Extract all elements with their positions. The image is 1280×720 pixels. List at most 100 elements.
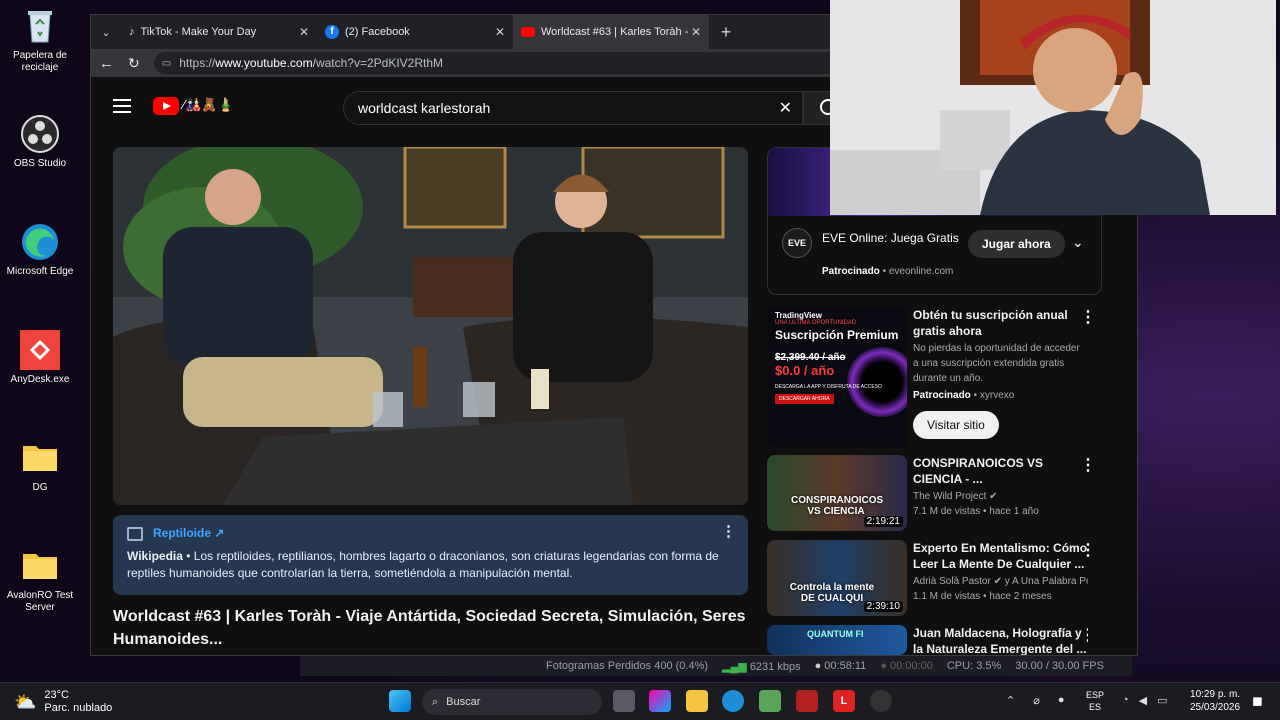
new-price: $0.0 / año [775,363,835,378]
tab-tiktok[interactable]: ♪ TikTok - Make Your Day ✕ [121,15,317,49]
tab-facebook[interactable]: f (2) Facebook ✕ [317,15,513,49]
close-icon[interactable]: ✕ [495,25,505,39]
close-icon[interactable]: ✕ [691,25,701,39]
battery-icon[interactable]: ▭ [1157,694,1167,707]
search-input[interactable]: worldcast karlestorah ✕ [343,91,803,125]
file-explorer-icon[interactable] [686,690,708,712]
video-title: Experto En Mentalismo: Cómo Leer La Ment… [913,541,1088,571]
ad-title: EVE Online: Juega Gratis [822,231,959,245]
channel-name[interactable]: Adrià Solà Pastor [913,576,991,587]
clear-search-icon[interactable]: ✕ [779,98,792,118]
record-time: ● 00:00:00 [880,660,933,672]
weather-condition: Parc. nublado [44,702,113,714]
youtube-icon [521,27,535,37]
desktop-icon-label: AnyDesk.exe [10,374,70,385]
close-icon[interactable]: ✕ [299,25,309,39]
record-dot-icon: ● [814,660,822,672]
ad-meta: Obtén tu suscripción anual gratis ahora … [913,307,1096,447]
menu-icon[interactable] [113,99,131,113]
chevron-down-icon[interactable]: ⌄ [1072,234,1084,251]
anydesk-icon [20,330,60,370]
weather-widget[interactable]: ⛅ 23°C Parc. nublado [14,689,112,715]
video-card[interactable]: Controla la mente DE CUALQUI 2:39:10 Exp… [767,540,1096,616]
desktop-icon-dg-folder[interactable]: DG [4,438,76,494]
volume-icon[interactable]: ◀ [1139,694,1147,707]
shield-icon[interactable] [796,690,818,712]
reload-icon[interactable]: ↻ [128,55,140,72]
tab-youtube[interactable]: Worldcast #63 | Karles Toràh - Viaj ✕ [513,15,709,49]
taskbar-search[interactable]: ⌕ Buscar [422,689,602,715]
video-title: CONSPIRANOICOS VS CIENCIA - ... [913,456,1044,486]
new-tab-plus-icon[interactable]: + [709,22,743,43]
obs-status-bar: Fotogramas Perdidos 400 (0.4%) ▂▄▆ 6231 … [300,656,1132,676]
obs-icon [20,114,60,154]
ad-thumb-tag: UNA ÚLTIMA OPORTUNIDAD [775,320,857,326]
youtube-doodle-icon: ⁄🎎🧸🎍 [183,97,234,112]
video-title: Worldcast #63 | Karles Toràh - Viaje Ant… [113,608,746,648]
tradingview-ad[interactable]: TradingView UNA ÚLTIMA OPORTUNIDAD Suscr… [767,307,1096,447]
tab-list-chevron-icon[interactable]: ⌄ [91,26,121,39]
video-meta: CONSPIRANOICOS VS CIENCIA - ... The Wild… [913,455,1096,531]
signal-icon: ▂▄▆ [722,660,747,673]
edge-icon[interactable] [722,690,744,712]
fps-readout: 30.00 / 30.00 FPS [1015,660,1104,672]
video-meta: Juan Maldacena, Holografía y la Naturale… [913,625,1088,655]
more-options-icon[interactable]: ⋮ [1080,307,1096,327]
store-icon[interactable] [759,690,781,712]
task-view-icon[interactable] [613,690,635,712]
windows-start-icon[interactable] [389,690,411,712]
notifications-icon[interactable]: ◼ [1252,693,1263,709]
desktop-icon-label: DG [32,482,48,493]
more-options-icon[interactable]: ⋮ [1080,540,1096,560]
video-player[interactable] [113,147,748,505]
eve-logo: EVE [782,228,812,258]
tiktok-icon: ♪ [129,26,135,38]
tradingview-logo: TradingView [775,311,822,320]
wikipedia-info-card: Reptiloide ↗ ⋮ Wikipedia • Los reptiloid… [113,515,748,595]
more-options-icon[interactable]: ⋮ [1080,455,1096,475]
video-title: Juan Maldacena, Holografía y la Naturale… [913,626,1087,655]
clock-time: 10:29 p. m. [1190,689,1241,700]
old-price: $2,399.40 / año [775,352,846,363]
more-options-icon[interactable]: ⋮ [1080,625,1088,645]
jugar-ahora-button[interactable]: Jugar ahora [968,230,1065,258]
network-off-icon[interactable]: ⌀ [1033,694,1040,707]
ad-thumb-title: Suscripción Premium [775,328,899,342]
wifi-icon[interactable]: ◔ [1122,694,1129,707]
info-card-text: Wikipedia • Los reptiloides, reptilianos… [127,549,719,580]
thumbnail-text: QUANTUM FI [807,629,864,639]
desktop-icon-obs[interactable]: OBS Studio [4,114,76,170]
desktop-icon-avalonro-folder[interactable]: AvalonRO Test Server [4,546,76,614]
desktop-icon-anydesk[interactable]: AnyDesk.exe [4,330,76,386]
system-tray: ◔ ◀ ▭ [1122,694,1168,707]
clock-date: 25/03/2026 [1190,702,1241,713]
video-meta: Experto En Mentalismo: Cómo Leer La Ment… [913,541,1096,602]
ad-title: Obtén tu suscripción anual gratis ahora [913,308,1068,338]
back-arrow-icon[interactable]: ← [99,55,114,72]
language-indicator[interactable]: ESP ES [1086,689,1104,713]
site-info-icon[interactable]: ▭ [162,58,171,69]
verified-icon: ✔ [989,491,998,502]
desktop-icon-recycle-bin[interactable]: Papelera de reciclaje [4,6,76,74]
reptiloide-link[interactable]: Reptiloide ↗ [153,525,224,542]
chevron-up-icon[interactable]: ⌃ [1006,694,1015,707]
ad-thumb-button: DESCARGAR AHORA [775,394,834,404]
tab-label: TikTok - Make Your Day [140,26,257,38]
tab-label: Worldcast #63 | Karles Toràh - Viaj [541,26,691,38]
tray-icons: ⌃ ⌀ ● [1006,694,1065,707]
url-text: https://www.youtube.com/watch?v=2PdKIV2R… [179,56,444,70]
video-card[interactable]: QUANTUM FI Juan Maldacena, Holografía y … [767,625,1088,655]
video-card[interactable]: CONSPIRANOICOS VS CIENCIA 2:19:21 CONSPI… [767,455,1096,531]
channel-name[interactable]: The Wild Project [913,491,986,502]
copilot-icon[interactable] [649,690,671,712]
more-options-icon[interactable]: ⋮ [721,523,736,540]
obs-icon[interactable] [870,690,892,712]
desktop-icon-edge[interactable]: Microsoft Edge [4,222,76,278]
visitar-sitio-button[interactable]: Visitar sitio [913,411,999,439]
video-duration: 2:19:21 [863,516,903,527]
clock[interactable]: 10:29 p. m. 25/03/2026 [1190,688,1240,714]
youtube-logo-icon[interactable] [153,97,179,115]
desktop-icon-label: AvalonRO Test Server [6,590,74,613]
l-app-icon[interactable]: L [833,690,855,712]
microphone-icon[interactable]: ● [1058,694,1065,707]
